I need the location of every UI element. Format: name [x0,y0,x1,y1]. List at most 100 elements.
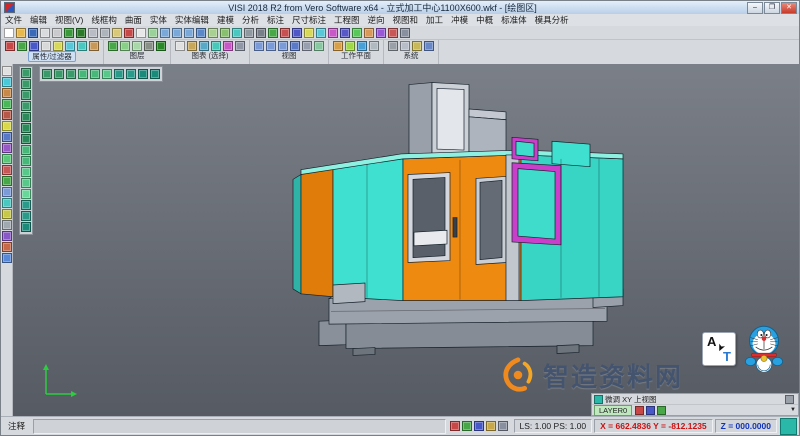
ortho-icon[interactable] [114,69,124,79]
open-folder-icon[interactable] [16,28,26,38]
section-tool-icon[interactable] [2,209,12,219]
select-color-icon[interactable] [223,41,233,51]
fillet-icon[interactable] [376,28,386,38]
view-previous-icon[interactable] [302,41,312,51]
snap-mid-icon[interactable] [66,69,76,79]
transform-tool-icon[interactable] [2,132,12,142]
menu-drawing[interactable]: 工程图 [330,14,364,26]
zoom-fit-icon[interactable] [196,28,206,38]
menu-progress[interactable]: 中概 [472,14,497,26]
menu-mold-analysis[interactable]: 模具分析 [531,14,573,26]
menu-view-machining[interactable]: 视图和 [389,14,423,26]
pointer-icon[interactable] [2,66,12,76]
snap-end-icon[interactable] [54,69,64,79]
workplane-yz-icon[interactable] [345,41,355,51]
layer-dropdown-icon[interactable]: ▼ [790,407,796,413]
menu-annotation[interactable]: 标注 [263,14,288,26]
drawing-viewport[interactable]: 智造资料网 A ➤ T [13,64,799,416]
minimize-button[interactable]: – [747,2,763,14]
new-file-icon[interactable] [4,28,14,38]
wireframe-toggle-icon[interactable] [21,211,31,221]
plugin-tool-icon[interactable] [2,231,12,241]
snap-mode-row[interactable]: 微调 XY 上视图 [592,394,798,405]
ime-indicator[interactable]: A ➤ T [702,332,736,366]
grid-mini-icon[interactable] [785,395,794,404]
bottom-view-icon[interactable] [21,134,31,144]
select-invert-icon[interactable] [235,41,245,51]
message-icon[interactable] [498,421,508,431]
layer-tool-icon[interactable] [2,176,12,186]
filter-solids-icon[interactable] [77,41,87,51]
grid-toggle-icon[interactable] [462,421,472,431]
back-view-icon[interactable] [21,112,31,122]
group-label-views[interactable]: 视图 [282,51,297,60]
menu-surface[interactable]: 曲面 [121,14,146,26]
info-icon[interactable] [424,41,434,51]
perspective-icon[interactable] [21,222,31,232]
menu-die[interactable]: 冲模 [447,14,472,26]
shade-toggle-icon[interactable] [21,200,31,210]
mirror-tool-icon[interactable] [2,143,12,153]
layer-manager-icon[interactable] [108,41,118,51]
view-iso-icon[interactable] [290,41,300,51]
layer-color-icon[interactable] [635,406,644,415]
view-dynamic-icon[interactable] [314,41,324,51]
feature-tool-icon[interactable] [2,110,12,120]
group-label-layers[interactable]: 图层 [130,51,145,60]
circle-icon[interactable] [340,28,350,38]
shaded-view-icon[interactable] [232,28,242,38]
grid-icon[interactable] [400,41,410,51]
snap-intersect-icon[interactable] [90,69,100,79]
top-view-icon[interactable] [21,79,31,89]
zoom-extents-icon[interactable] [21,167,31,177]
filter-points-icon[interactable] [53,41,63,51]
units-icon[interactable] [486,421,496,431]
menu-file[interactable]: 文件 [1,14,26,26]
group-label-attributes[interactable]: 属性/过滤器 [28,51,76,62]
layer-row[interactable]: LAYER0 ▼ [592,405,798,415]
solid-tool-icon[interactable] [2,99,12,109]
layer-new-icon[interactable] [120,41,130,51]
command-input[interactable] [33,419,445,434]
layer-line-icon[interactable] [646,406,655,415]
print-icon[interactable] [40,28,50,38]
paste-icon[interactable] [112,28,122,38]
filter-curves-icon[interactable] [65,41,75,51]
view-side-icon[interactable] [278,41,288,51]
rotate-ccw-icon[interactable] [21,156,31,166]
select-icon[interactable] [136,28,146,38]
surface-tool-icon[interactable] [2,88,12,98]
select-face-icon[interactable] [199,41,209,51]
point-icon[interactable] [304,28,314,38]
menu-view[interactable]: 视图(V) [51,14,87,26]
select-chain-icon[interactable] [187,41,197,51]
select-solid-icon[interactable] [211,41,221,51]
menu-solid-edit[interactable]: 实体编辑 [171,14,213,26]
mold-tool-icon[interactable] [2,242,12,252]
plot-icon[interactable] [52,28,62,38]
tracking-icon[interactable] [138,69,148,79]
snap-grid-icon[interactable] [102,69,112,79]
zoom-previous-icon[interactable] [21,178,31,188]
snap-icon[interactable] [412,41,422,51]
attr-layer-icon[interactable] [17,41,27,51]
menu-machining[interactable]: 加工 [422,14,447,26]
save-icon[interactable] [28,28,38,38]
menu-solid[interactable]: 实体 [146,14,171,26]
title-bar[interactable]: VISI 2018 R2 from Vero Software x64 - 立式… [1,1,799,15]
wireframe-tool-icon[interactable] [2,77,12,87]
selection-filter-icon[interactable] [42,69,52,79]
attr-linetype-icon[interactable] [29,41,39,51]
layer-current-icon[interactable] [156,41,166,51]
resize-grip[interactable] [780,418,797,435]
attr-color-icon[interactable] [5,41,15,51]
calculator-icon[interactable] [400,28,410,38]
workplane-xy-icon[interactable] [333,41,343,51]
group-label-system[interactable]: 系统 [404,51,419,60]
view-top-icon[interactable] [254,41,264,51]
rotate-view-icon[interactable] [220,28,230,38]
zoom-window-icon[interactable] [160,28,170,38]
render-tool-icon[interactable] [2,198,12,208]
redo-icon[interactable] [76,28,86,38]
menu-reverse[interactable]: 逆向 [364,14,389,26]
